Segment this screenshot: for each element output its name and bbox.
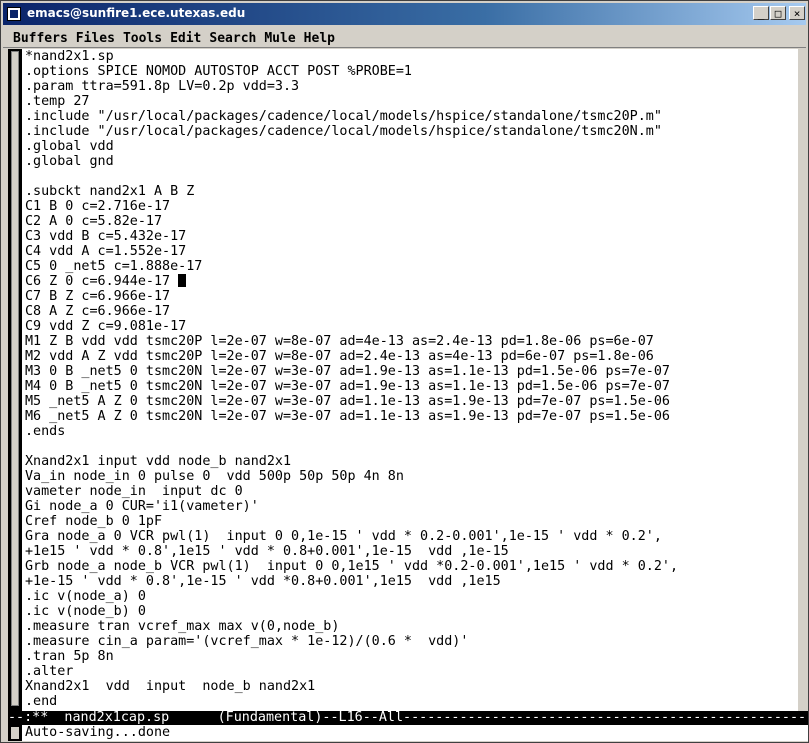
minibuffer-message: Auto-saving...done (25, 725, 171, 740)
menu-search[interactable]: Search (205, 29, 260, 49)
buffer-line[interactable]: .ic v(node_b) 0 (25, 604, 798, 619)
minimize-button[interactable]: _ (753, 6, 769, 20)
text-cursor (178, 274, 187, 287)
buffer-line[interactable]: M2 vdd A Z vdd tsmc20P l=2e-07 w=8e-07 a… (25, 349, 798, 364)
menu-tools[interactable]: Tools (119, 29, 166, 49)
buffer-line[interactable]: Cref node_b 0 1pF (25, 514, 798, 529)
buffer-line[interactable]: M3 0 B _net5 0 tsmc20N l=2e-07 w=3e-07 a… (25, 364, 798, 379)
buffer-line[interactable]: .param ttra=591.8p LV=0.2p vdd=3.3 (25, 79, 798, 94)
minibuffer-scrollbar (8, 725, 22, 741)
buffer-line[interactable]: Va_in node_in 0 pulse 0 vdd 500p 50p 50p… (25, 469, 798, 484)
title-bar[interactable]: emacs@sunfire1.ece.utexas.edu _ □ × (3, 3, 806, 25)
buffer-line[interactable]: .include "/usr/local/packages/cadence/lo… (25, 124, 798, 139)
menu-buffers[interactable]: Buffers (9, 29, 72, 49)
buffer-line[interactable]: C1 B 0 c=2.716e-17 (25, 199, 798, 214)
buffer-line[interactable]: C3 vdd B c=5.432e-17 (25, 229, 798, 244)
buffer-line[interactable]: Xnand2x1 input vdd node_b nand2x1 (25, 454, 798, 469)
buffer-line[interactable]: *nand2x1.sp (25, 49, 798, 64)
editor-area[interactable]: *nand2x1.sp .options SPICE NOMOD AUTOSTOP… (8, 49, 798, 711)
emacs-app-icon[interactable] (7, 7, 21, 21)
right-fringe (798, 49, 808, 711)
minibuffer[interactable]: Auto-saving...done (8, 725, 808, 741)
buffer-line[interactable]: M1 Z B vdd vdd tsmc20P l=2e-07 w=8e-07 a… (25, 334, 798, 349)
buffer-line[interactable] (25, 169, 798, 184)
buffer-line[interactable]: +1e-15 ' vdd * 0.8',1e-15 ' vdd *0.8+0.0… (25, 574, 798, 589)
menu-files[interactable]: Files (72, 29, 119, 49)
menu-edit[interactable]: Edit (166, 29, 205, 49)
buffer-line[interactable]: C2 A 0 c=5.82e-17 (25, 214, 798, 229)
buffer-text[interactable]: *nand2x1.sp .options SPICE NOMOD AUTOSTOP… (25, 49, 798, 709)
buffer-line[interactable]: C7 B Z c=6.966e-17 (25, 289, 798, 304)
buffer-line[interactable]: .subckt nand2x1 A B Z (25, 184, 798, 199)
buffer-line[interactable]: .measure tran vcref_max max v(0,node_b) (25, 619, 798, 634)
buffer-line[interactable]: Xnand2x1 vdd input node_b nand2x1 (25, 679, 798, 694)
buffer-line[interactable]: Gi node_a 0 CUR='i1(vameter)' (25, 499, 798, 514)
buffer-line[interactable]: .ic v(node_a) 0 (25, 589, 798, 604)
maximize-button[interactable]: □ (770, 6, 786, 20)
menu-bar: Buffers Files Tools Edit Search Mule Help (3, 27, 806, 48)
buffer-line[interactable]: .global vdd (25, 139, 798, 154)
buffer-line[interactable]: .alter (25, 664, 798, 679)
buffer-line[interactable]: .temp 27 (25, 94, 798, 109)
buffer-line[interactable]: Grb node_a node_b VCR pwl(1) input 0 0,1… (25, 559, 798, 574)
buffer-line[interactable]: Gra node_a 0 VCR pwl(1) input 0 0,1e-15 … (25, 529, 798, 544)
buffer-line[interactable]: .global gnd (25, 154, 798, 169)
buffer-line[interactable] (25, 439, 798, 454)
close-button[interactable]: × (789, 6, 805, 20)
buffer-line[interactable]: .include "/usr/local/packages/cadence/lo… (25, 109, 798, 124)
mode-line: --:** nand2x1cap.sp (Fundamental)--L16--… (8, 711, 808, 725)
buffer-line[interactable]: C9 vdd Z c=9.081e-17 (25, 319, 798, 334)
window-title: emacs@sunfire1.ece.utexas.edu (27, 6, 246, 20)
buffer-line[interactable]: M4 0 B _net5 0 tsmc20N l=2e-07 w=3e-07 a… (25, 379, 798, 394)
emacs-window: emacs@sunfire1.ece.utexas.edu _ □ × Buff… (0, 0, 809, 743)
buffer-line[interactable]: +1e15 ' vdd * 0.8',1e15 ' vdd * 0.8+0.00… (25, 544, 798, 559)
menu-help[interactable]: Help (300, 29, 339, 49)
buffer-line[interactable]: C6 Z 0 c=6.944e-17 (25, 274, 798, 289)
buffer-line[interactable]: .measure cin_a param='(vcref_max * 1e-12… (25, 634, 798, 649)
buffer-line[interactable]: .ends (25, 424, 798, 439)
menu-mule[interactable]: Mule (260, 29, 299, 49)
buffer-line[interactable]: M5 _net5 A Z 0 tsmc20N l=2e-07 w=3e-07 a… (25, 394, 798, 409)
buffer-line[interactable]: C4 vdd A c=1.552e-17 (25, 244, 798, 259)
buffer-line[interactable]: vameter node_in input dc 0 (25, 484, 798, 499)
buffer-line[interactable]: .end (25, 694, 798, 709)
buffer-line[interactable]: C8 A Z c=6.966e-17 (25, 304, 798, 319)
buffer-line[interactable]: .options SPICE NOMOD AUTOSTOP ACCT POST … (25, 64, 798, 79)
scrollbar-thumb[interactable] (11, 51, 19, 706)
buffer-line[interactable]: C5 0 _net5 c=1.888e-17 (25, 259, 798, 274)
buffer-line[interactable]: .tran 5p 8n (25, 649, 798, 664)
left-scrollbar[interactable] (8, 49, 22, 711)
buffer-line[interactable]: M6 _net5 A Z 0 tsmc20N l=2e-07 w=3e-07 a… (25, 409, 798, 424)
